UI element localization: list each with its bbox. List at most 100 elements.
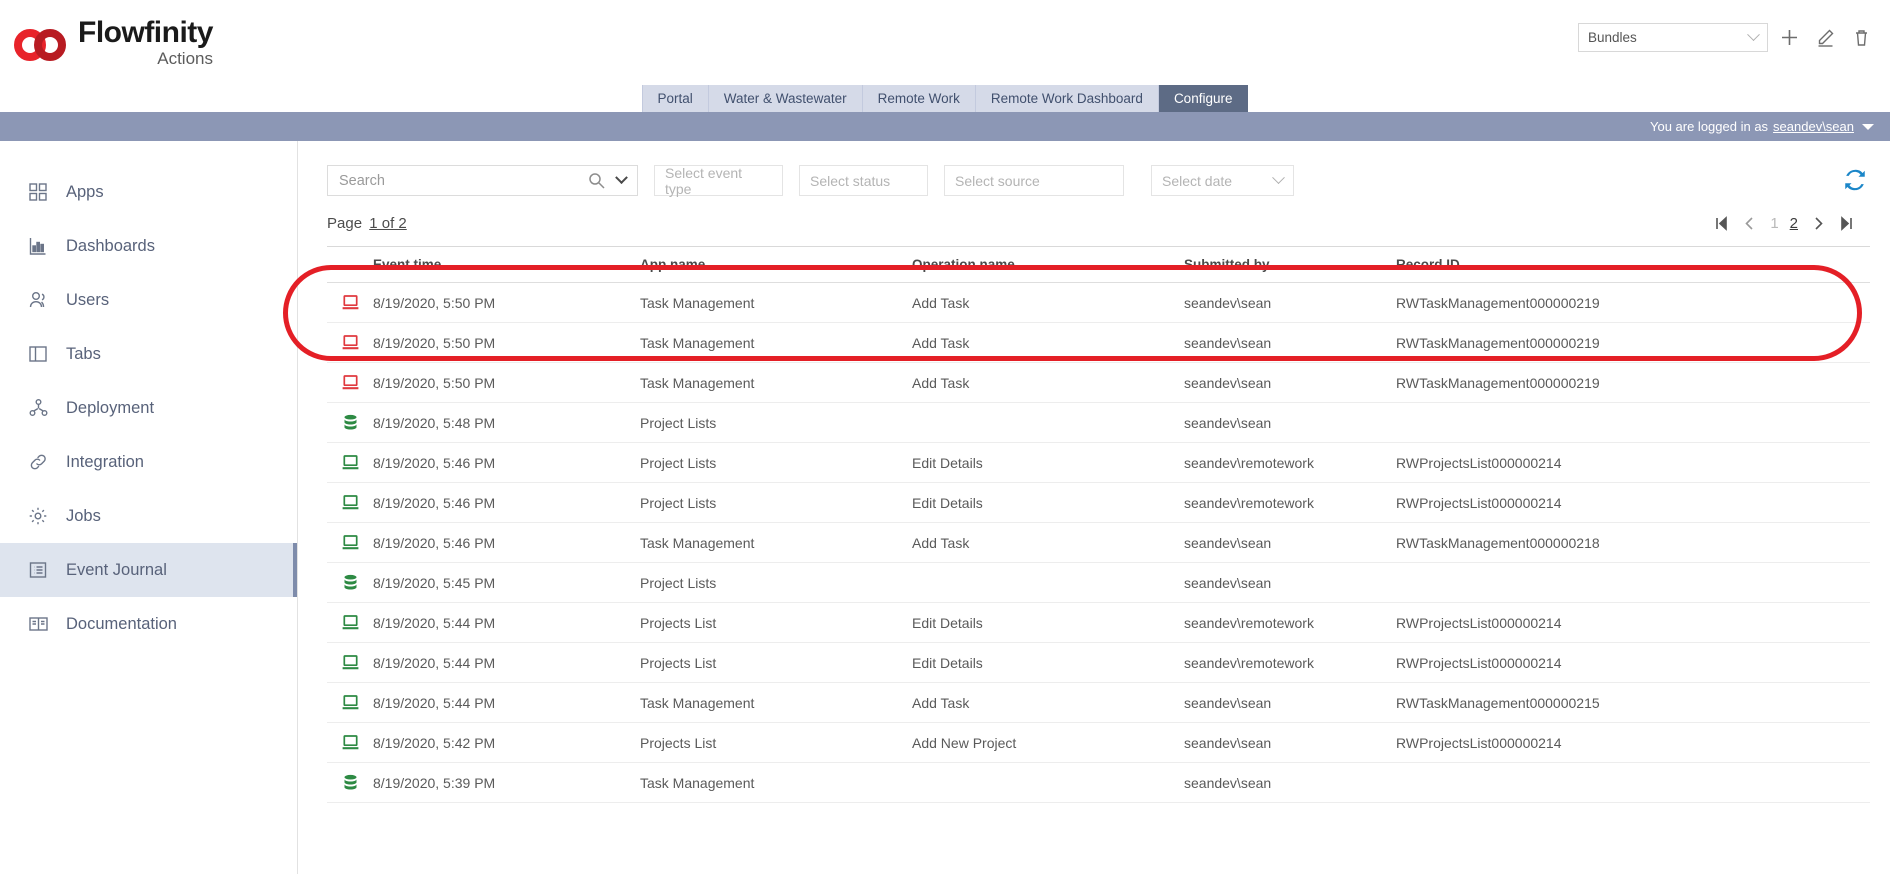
tab-remote-work[interactable]: Remote Work [862, 85, 976, 112]
event-journal-table-wrap: Event time App name Operation name Submi… [327, 246, 1870, 803]
row-type-cell [327, 402, 373, 443]
cell-operation-name [912, 762, 1184, 803]
cell-event-time: 8/19/2020, 5:39 PM [373, 762, 640, 803]
cell-app-name: Task Management [640, 282, 912, 323]
desktop-icon [341, 373, 373, 392]
table-row[interactable]: 8/19/2020, 5:50 PM Task Management Add Tas… [327, 282, 1870, 323]
table-row[interactable]: 8/19/2020, 5:42 PM Projects List Add New P… [327, 722, 1870, 763]
sidebar-item-apps[interactable]: Apps [0, 165, 297, 219]
table-row[interactable]: 8/19/2020, 5:46 PM Project Lists Edit Deta… [327, 482, 1870, 523]
row-type-cell [327, 442, 373, 483]
page-number-2[interactable]: 2 [1790, 215, 1798, 232]
desktop-icon [341, 293, 373, 312]
sidebar-item-label: Jobs [66, 506, 101, 525]
table-row[interactable]: 8/19/2020, 5:48 PM Project Lists seandev\s… [327, 402, 1870, 443]
cell-submitted-by: seandev\sean [1184, 362, 1396, 403]
table-row[interactable]: 8/19/2020, 5:39 PM Task Management seandev… [327, 762, 1870, 803]
row-type-cell [327, 602, 373, 643]
search-input[interactable]: Search [327, 165, 638, 196]
cell-app-name: Project Lists [640, 562, 912, 603]
logged-in-user-link[interactable]: seandev\sean [1773, 119, 1854, 134]
cell-app-name: Projects List [640, 722, 912, 763]
cell-record-id [1396, 762, 1870, 803]
cell-event-time: 8/19/2020, 5:44 PM [373, 682, 640, 723]
row-type-cell [327, 642, 373, 683]
cell-app-name: Projects List [640, 642, 912, 683]
flowfinity-rings-icon [14, 23, 70, 63]
event-journal-table: Event time App name Operation name Submi… [327, 247, 1870, 803]
tab-portal[interactable]: Portal [641, 85, 709, 112]
first-page-button[interactable] [1714, 216, 1729, 231]
sidebar-item-deployment[interactable]: Deployment [0, 381, 297, 435]
cell-app-name: Project Lists [640, 482, 912, 523]
sidebar-item-tabs[interactable]: Tabs [0, 327, 297, 381]
page-number-1: 1 [1770, 215, 1779, 232]
pagination-controls: 12 [1714, 215, 1854, 232]
cell-event-time: 8/19/2020, 5:44 PM [373, 602, 640, 643]
cell-record-id: RWProjectsList000000214 [1396, 482, 1870, 523]
sidebar-item-label: Dashboards [66, 236, 155, 255]
table-row[interactable]: 8/19/2020, 5:50 PM Task Management Add Tas… [327, 362, 1870, 403]
event-type-filter[interactable]: Select event type [654, 165, 783, 197]
source-filter[interactable]: Select source [944, 165, 1124, 196]
column-header-submitted-by[interactable]: Submitted by [1184, 247, 1396, 283]
refresh-button[interactable] [1840, 165, 1870, 195]
next-page-button[interactable] [1811, 216, 1826, 231]
table-row[interactable]: 8/19/2020, 5:44 PM Task Management Add Tas… [327, 682, 1870, 723]
app-header: Flowfinity Actions Bundles [0, 0, 1890, 85]
cell-submitted-by: seandev\remotework [1184, 642, 1396, 683]
desktop-icon [341, 693, 373, 712]
table-row[interactable]: 8/19/2020, 5:45 PM Project Lists seandev\s… [327, 562, 1870, 603]
search-icon[interactable] [588, 172, 605, 189]
cell-submitted-by: seandev\sean [1184, 402, 1396, 443]
caret-down-icon[interactable] [1862, 123, 1874, 130]
login-status-bar: You are logged in as seandev\sean [0, 112, 1890, 141]
sidebar-item-jobs[interactable]: Jobs [0, 489, 297, 543]
add-bundle-button[interactable] [1774, 22, 1804, 52]
tab-remote-work-dashboard[interactable]: Remote Work Dashboard [975, 85, 1159, 112]
table-row[interactable]: 8/19/2020, 5:44 PM Projects List Edit Deta… [327, 602, 1870, 643]
sidebar-item-dashboards[interactable]: Dashboards [0, 219, 297, 273]
cell-app-name: Task Management [640, 322, 912, 363]
date-filter[interactable]: Select date [1151, 165, 1294, 196]
sidebar-item-users[interactable]: Users [0, 273, 297, 327]
cell-app-name: Task Management [640, 522, 912, 563]
status-filter[interactable]: Select status [799, 165, 928, 196]
gear-icon [27, 505, 49, 527]
search-options-chevron-icon[interactable] [615, 171, 628, 185]
sidebar-item-documentation[interactable]: Documentation [0, 597, 297, 651]
edit-bundle-button[interactable] [1810, 22, 1840, 52]
desktop-icon [341, 733, 373, 752]
table-row[interactable]: 8/19/2020, 5:50 PM Task Management Add Tas… [327, 322, 1870, 363]
date-placeholder: Select date [1162, 172, 1233, 189]
column-header-app-name[interactable]: App name [640, 247, 912, 283]
table-row[interactable]: 8/19/2020, 5:46 PM Task Management Add Tas… [327, 522, 1870, 563]
column-header-record-id[interactable]: Record ID [1396, 247, 1870, 283]
tab-water-wastewater[interactable]: Water & Wastewater [708, 85, 863, 112]
cell-operation-name: Add Task [912, 682, 1184, 723]
sidebar-item-integration[interactable]: Integration [0, 435, 297, 489]
event-journal-main: Search Select event type Select status S… [298, 141, 1890, 874]
table-row[interactable]: 8/19/2020, 5:44 PM Projects List Edit Deta… [327, 642, 1870, 683]
page-of-link[interactable]: 1 of 2 [369, 215, 407, 232]
tab-configure[interactable]: Configure [1158, 85, 1249, 112]
table-row[interactable]: 8/19/2020, 5:46 PM Project Lists Edit Deta… [327, 442, 1870, 483]
desktop-icon [341, 333, 373, 352]
tab-label: Water & Wastewater [723, 91, 847, 106]
cell-submitted-by: seandev\sean [1184, 682, 1396, 723]
delete-bundle-button[interactable] [1846, 22, 1876, 52]
last-page-button[interactable] [1839, 216, 1854, 231]
cell-app-name: Task Management [640, 682, 912, 723]
column-header-operation-name[interactable]: Operation name [912, 247, 1184, 283]
column-header-event-time[interactable]: Event time [373, 247, 640, 283]
tab-label: Remote Work Dashboard [990, 91, 1143, 106]
desktop-icon [341, 533, 373, 552]
sidebar-item-event-journal[interactable]: Event Journal [0, 543, 297, 597]
row-type-cell [327, 322, 373, 363]
bundles-dropdown[interactable]: Bundles [1578, 22, 1768, 52]
previous-page-button[interactable] [1742, 216, 1757, 231]
cell-record-id: RWTaskManagement000000219 [1396, 322, 1870, 363]
cell-operation-name: Add Task [912, 522, 1184, 563]
tab-label: Remote Work [877, 91, 960, 106]
chevron-down-icon [1747, 27, 1760, 41]
